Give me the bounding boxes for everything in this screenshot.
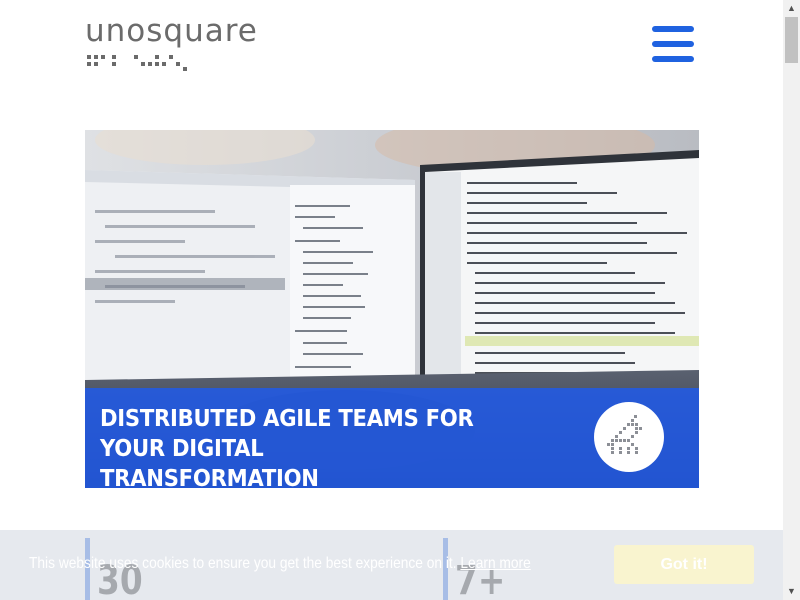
scroll-up-arrow-icon[interactable]: ▲ [783,0,800,17]
logo-dots-icon [87,55,187,71]
unicorn-icon [594,402,664,472]
vertical-scrollbar[interactable]: ▲ ▼ [783,0,800,600]
cookie-message: This website uses cookies to ensure you … [29,555,531,573]
scrollbar-thumb[interactable] [785,17,798,63]
hamburger-menu-icon[interactable] [652,26,694,62]
hero-title: DISTRIBUTED AGILE TEAMS FOR YOUR DIGITAL… [100,406,474,488]
scroll-down-arrow-icon[interactable]: ▼ [783,583,800,600]
cookie-banner: This website uses cookies to ensure you … [0,530,783,600]
accept-cookies-button[interactable]: Got it! [614,545,754,584]
logo-text: unosquare [85,13,258,49]
hero-image: DISTRIBUTED AGILE TEAMS FOR YOUR DIGITAL… [85,130,699,488]
cookie-message-text: This website uses cookies to ensure you … [29,555,457,572]
hero-banner: DISTRIBUTED AGILE TEAMS FOR YOUR DIGITAL… [85,388,699,488]
page: unosquare DISTRIBUTED AGILE TEAMS FOR YO… [0,0,783,600]
learn-more-link[interactable]: Learn more [460,555,530,572]
unosquare-logo[interactable]: unosquare [85,14,275,74]
